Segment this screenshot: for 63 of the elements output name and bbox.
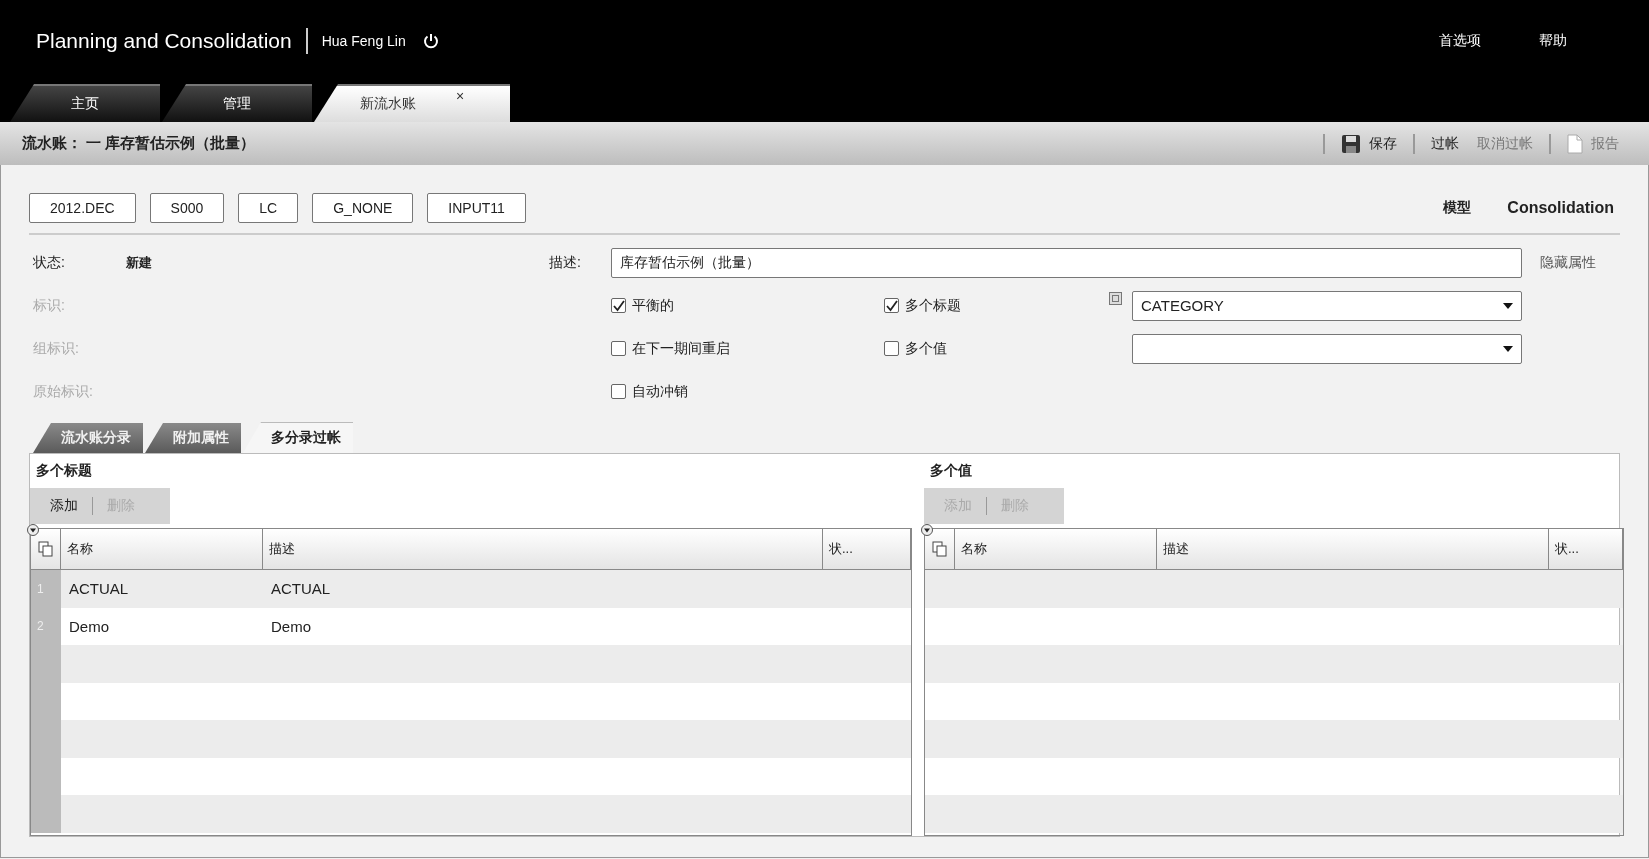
checkbox[interactable] — [611, 298, 626, 313]
tab[interactable]: 新流水账 × — [314, 84, 510, 122]
property-label: 组标识: — [33, 339, 80, 358]
sub-tab[interactable]: 多分录过帐 — [243, 422, 353, 453]
close-button[interactable]: × — [455, 88, 465, 104]
property-label: 标识: — [33, 296, 66, 315]
grid-button[interactable]: 添加 — [36, 497, 92, 515]
dropdown[interactable] — [1132, 333, 1522, 364]
tab[interactable]: 管理 — [162, 84, 312, 122]
description-field[interactable]: 库存暂估示例（批量） — [611, 247, 1522, 278]
tab[interactable]: 主页 — [10, 84, 160, 122]
dropdown[interactable]: CATEGORY — [1132, 290, 1522, 321]
panel-title: 多个标题 — [35, 461, 93, 480]
panel-title: 多个值 — [929, 461, 973, 480]
column-header[interactable]: 名称 — [61, 529, 263, 569]
columns-icon[interactable] — [930, 540, 949, 558]
table-cell-text: ACTUAL — [68, 579, 130, 600]
sub-tab[interactable]: 流水账分录 — [33, 423, 143, 453]
table-cell-text: Demo — [68, 616, 110, 637]
property-label: 状态: — [33, 253, 66, 272]
checkbox[interactable] — [884, 298, 899, 313]
column-header[interactable]: 描述 — [1157, 529, 1549, 569]
dropdown-arrow-icon — [1503, 345, 1513, 352]
checkbox-label: 多个值 — [905, 339, 947, 358]
table-cell-text: Demo — [270, 616, 312, 637]
header-link[interactable]: 首选项 — [1439, 32, 1481, 50]
dropdown-arrow-icon — [1503, 302, 1513, 309]
model-label: 模型 — [1443, 199, 1472, 217]
checkbox[interactable] — [611, 341, 626, 356]
checkbox-label: 平衡的 — [632, 296, 674, 315]
column-header[interactable]: 描述 — [263, 529, 823, 569]
toolbar-button[interactable]: 保存 — [1341, 133, 1397, 154]
small-square-icon[interactable] — [1109, 292, 1122, 305]
checkbox-label: 多个标题 — [905, 296, 961, 315]
columns-icon[interactable] — [36, 540, 55, 558]
document-icon — [1567, 133, 1583, 154]
dimension-button[interactable]: G_NONE — [312, 193, 414, 223]
app-title: Planning and Consolidation — [36, 28, 308, 54]
dropdown-circle-icon[interactable] — [27, 524, 39, 536]
header-link[interactable]: 帮助 — [1539, 32, 1567, 50]
user-name: Hua Feng Lin — [321, 33, 406, 49]
dimension-button[interactable]: INPUT11 — [427, 193, 526, 223]
table-cell-text: ACTUAL — [270, 579, 332, 600]
dimension-button[interactable]: LC — [238, 193, 299, 223]
property-label: 原始标识: — [33, 382, 94, 401]
description-label: 描述: — [549, 253, 582, 272]
dropdown-circle-icon[interactable] — [921, 524, 933, 536]
column-header[interactable]: 状... — [1549, 529, 1623, 569]
checkbox-label: 自动冲销 — [632, 382, 688, 401]
document-title: 流水账： 一 库存暂估示例（批量） — [22, 134, 256, 153]
power-icon[interactable] — [421, 32, 440, 50]
hide-attributes-link[interactable]: 隐藏属性 — [1522, 253, 1620, 272]
checkbox[interactable] — [611, 384, 626, 399]
column-header[interactable]: 名称 — [955, 529, 1157, 569]
dimension-button[interactable]: S000 — [149, 193, 225, 223]
property-value: 新建 — [126, 253, 153, 272]
model-value: Consolidation — [1507, 199, 1614, 217]
checkbox[interactable] — [884, 341, 899, 356]
toolbar-button[interactable]: 过帐 — [1431, 134, 1459, 153]
sub-tab[interactable]: 附加属性 — [145, 423, 241, 453]
column-header[interactable]: 状... — [823, 529, 911, 569]
checkbox-label: 在下一期间重启 — [632, 339, 730, 358]
dimension-button[interactable]: 2012.DEC — [29, 193, 136, 223]
